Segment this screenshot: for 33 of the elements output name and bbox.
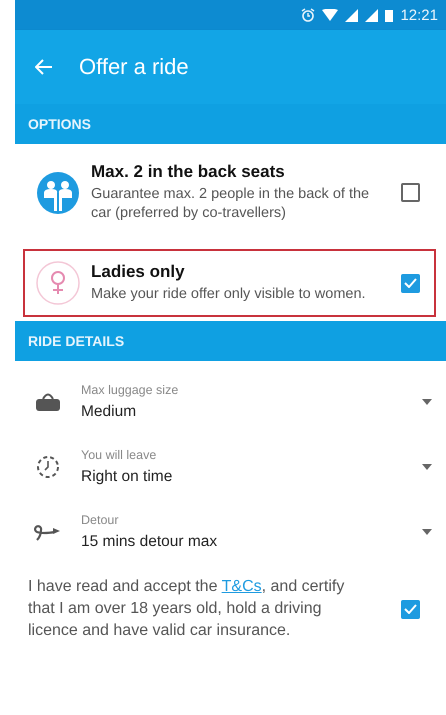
option-description: Make your ride offer only visible to women. — [91, 285, 367, 304]
signal-icon — [345, 8, 358, 22]
field-label: Max luggage size — [81, 382, 180, 396]
signal-icon — [365, 8, 378, 22]
option-description: Guarantee max. 2 people in the back of the car (preferred by co-travellers) — [91, 185, 370, 223]
checkbox[interactable] — [401, 274, 420, 292]
option-title: Max. 2 in the back seats — [91, 162, 286, 182]
dropdown-caret-icon[interactable] — [422, 528, 432, 534]
two-people-icon — [36, 170, 80, 214]
checkbox[interactable] — [401, 183, 420, 202]
section-header: OPTIONS — [15, 104, 446, 144]
terms-text: I have read and accept the T&Cs, and certify that I am over 18 years old, hold a driving licence and have valid car insurance. — [28, 577, 346, 641]
female-sign-icon — [36, 261, 80, 305]
clock-icon — [36, 454, 60, 478]
check-icon — [404, 278, 417, 288]
dropdown-value[interactable]: 15 mins detour max — [81, 532, 422, 550]
dropdown-value[interactable]: Right on time — [81, 468, 422, 486]
field-label: Detour — [81, 512, 120, 526]
bag-icon — [35, 392, 61, 412]
check-icon — [404, 604, 417, 614]
wifi-icon — [322, 9, 338, 21]
field-label: You will leave — [81, 448, 158, 462]
clock-time: 12:21 — [400, 6, 438, 24]
option-title: Ladies only — [91, 262, 186, 282]
dropdown-caret-icon[interactable] — [422, 398, 432, 404]
dropdown-value[interactable]: Medium — [81, 402, 422, 420]
battery-icon — [385, 8, 394, 22]
dropdown-caret-icon[interactable] — [422, 464, 432, 470]
section-header: RIDE DETAILS — [15, 321, 446, 361]
alarm-icon — [301, 8, 316, 22]
back-button[interactable] — [35, 59, 53, 75]
screen-title: Offer a ride — [79, 54, 189, 80]
checkbox[interactable] — [401, 600, 420, 618]
